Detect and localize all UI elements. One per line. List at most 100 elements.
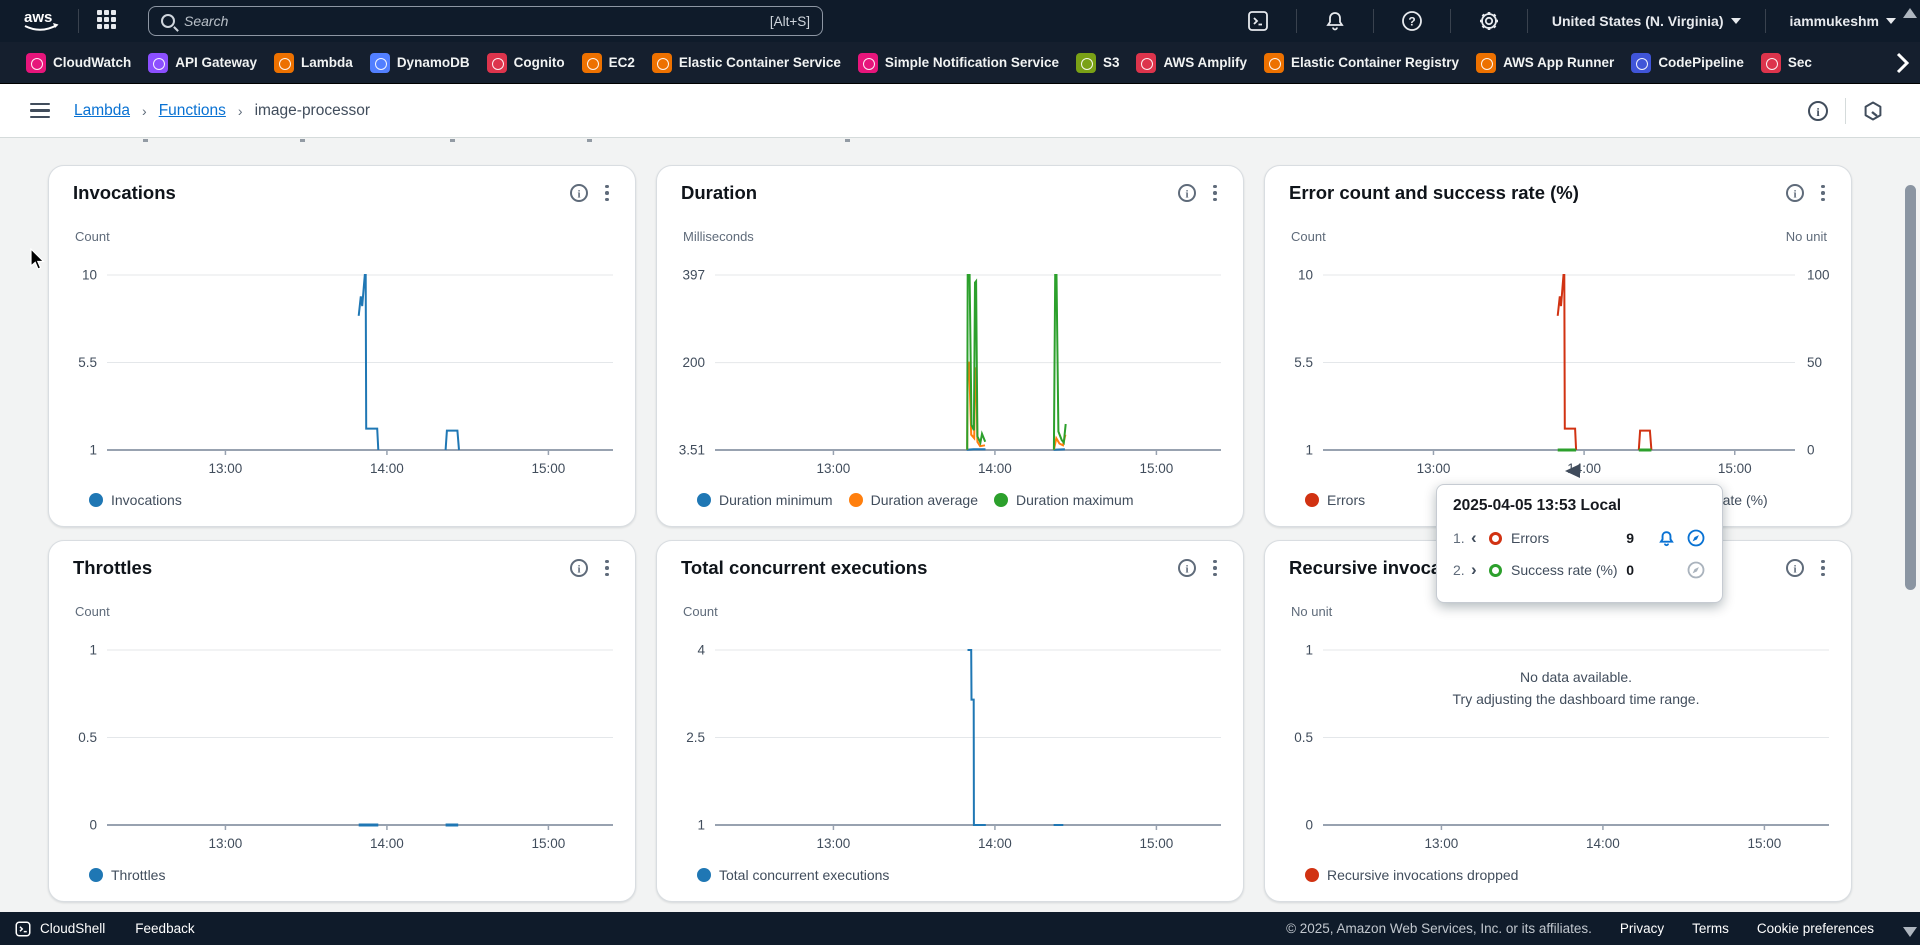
- more-options-icon[interactable]: [1813, 558, 1833, 578]
- info-icon[interactable]: i: [569, 558, 589, 578]
- recursive-invocations-chart[interactable]: No unit10.5013:0014:0015:00No data avail…: [1265, 591, 1852, 863]
- favorite-ec2[interactable]: EC2: [582, 53, 635, 73]
- service-icon: [370, 53, 390, 73]
- more-options-icon[interactable]: [597, 183, 617, 203]
- legend-label: Total concurrent executions: [719, 867, 889, 883]
- favorite-label: S3: [1103, 55, 1120, 70]
- breadcrumb-separator: ›: [238, 103, 243, 119]
- svg-text:Milliseconds: Milliseconds: [683, 229, 754, 244]
- favorite-codepipeline[interactable]: CodePipeline: [1631, 53, 1744, 73]
- privacy-link[interactable]: Privacy: [1620, 921, 1664, 936]
- svg-text:1: 1: [1305, 643, 1313, 658]
- legend-item[interactable]: Duration average: [849, 492, 978, 508]
- chart-legend: Total concurrent executions: [697, 867, 889, 883]
- favorite-label: API Gateway: [175, 55, 257, 70]
- favorite-sec[interactable]: Sec: [1761, 53, 1812, 73]
- card-throttles: Throttles i Count10.5013:0014:0015:00 Th…: [48, 540, 636, 902]
- info-icon[interactable]: i: [1177, 558, 1197, 578]
- region-selector[interactable]: United States (N. Virginia): [1552, 13, 1741, 29]
- favorite-dynamodb[interactable]: DynamoDB: [370, 53, 470, 73]
- cookie-preferences-link[interactable]: Cookie preferences: [1757, 921, 1874, 936]
- legend-label: Throttles: [111, 867, 165, 883]
- favorite-aws-app-runner[interactable]: AWS App Runner: [1476, 53, 1614, 73]
- concurrent-executions-chart[interactable]: Count42.5113:0014:0015:00: [657, 591, 1244, 863]
- scrollbar-down-arrow[interactable]: [1903, 927, 1917, 937]
- search-input[interactable]: Search [Alt+S]: [148, 6, 823, 36]
- legend-item[interactable]: Invocations: [89, 492, 182, 508]
- favorite-label: Sec: [1788, 55, 1812, 70]
- card-title: Throttles: [73, 557, 152, 579]
- cloudshell-icon[interactable]: [1246, 9, 1270, 33]
- info-icon[interactable]: i: [569, 183, 589, 203]
- invocations-chart[interactable]: Count105.5113:0014:0015:00: [49, 216, 636, 488]
- legend-label: Recursive invocations dropped: [1327, 867, 1518, 883]
- svg-text:No unit: No unit: [1786, 229, 1828, 244]
- terms-link[interactable]: Terms: [1692, 921, 1729, 936]
- feedback-button[interactable]: Feedback: [135, 921, 194, 936]
- svg-text:13:00: 13:00: [1417, 461, 1451, 476]
- svg-text:No unit: No unit: [1291, 604, 1333, 619]
- apps-grid-icon[interactable]: [97, 10, 119, 32]
- chevron-left-icon[interactable]: ‹: [1471, 528, 1489, 548]
- divider: [1373, 9, 1374, 33]
- hamburger-menu-icon[interactable]: [30, 103, 50, 119]
- favorite-lambda[interactable]: Lambda: [274, 53, 353, 73]
- legend-item[interactable]: Total concurrent executions: [697, 867, 889, 883]
- bell-icon[interactable]: [1657, 529, 1676, 548]
- favorite-simple-notification-service[interactable]: Simple Notification Service: [858, 53, 1059, 73]
- info-icon[interactable]: i: [1807, 100, 1829, 122]
- legend-item[interactable]: Duration maximum: [994, 492, 1133, 508]
- divider: [1845, 98, 1846, 124]
- favorite-api-gateway[interactable]: API Gateway: [148, 53, 257, 73]
- favorite-label: DynamoDB: [397, 55, 470, 70]
- legend-item[interactable]: Duration minimum: [697, 492, 833, 508]
- svg-text:0.5: 0.5: [78, 730, 97, 745]
- bell-icon[interactable]: [1323, 9, 1347, 33]
- breadcrumb-current: image-processor: [255, 102, 370, 120]
- aws-logo[interactable]: aws: [20, 7, 64, 35]
- svg-text:?: ?: [1408, 15, 1415, 29]
- user-menu[interactable]: iammukeshm: [1790, 13, 1896, 29]
- svg-text:15:00: 15:00: [1140, 836, 1174, 851]
- svg-text:i: i: [1185, 189, 1188, 201]
- series-label: Errors: [1511, 530, 1549, 546]
- legend-item[interactable]: Throttles: [89, 867, 165, 883]
- favorite-cloudwatch[interactable]: CloudWatch: [26, 53, 131, 73]
- favorite-elastic-container-registry[interactable]: Elastic Container Registry: [1264, 53, 1459, 73]
- favorite-elastic-container-service[interactable]: Elastic Container Service: [652, 53, 841, 73]
- scrollbar-thumb[interactable]: [1905, 185, 1916, 590]
- more-options-icon[interactable]: [1205, 183, 1225, 203]
- favorite-cognito[interactable]: Cognito: [487, 53, 565, 73]
- favorites-scroll-right-icon[interactable]: [1892, 50, 1912, 76]
- favorite-label: Simple Notification Service: [885, 55, 1059, 70]
- gear-icon[interactable]: [1477, 9, 1501, 33]
- amazon-q-icon[interactable]: [1862, 100, 1884, 122]
- breadcrumb-functions[interactable]: Functions: [159, 102, 226, 120]
- errors-chart[interactable]: CountNo unit105.5110050013:0014:0015:00: [1265, 216, 1852, 488]
- favorite-label: Elastic Container Registry: [1291, 55, 1459, 70]
- favorite-label: CodePipeline: [1658, 55, 1744, 70]
- chevron-right-icon[interactable]: ›: [1471, 560, 1489, 580]
- info-icon[interactable]: i: [1785, 558, 1805, 578]
- breadcrumb-lambda[interactable]: Lambda: [74, 102, 130, 120]
- more-options-icon[interactable]: [1205, 558, 1225, 578]
- compass-icon[interactable]: [1686, 528, 1706, 548]
- info-icon[interactable]: i: [1785, 183, 1805, 203]
- svg-text:1: 1: [89, 643, 97, 658]
- svg-text:Count: Count: [1291, 229, 1326, 244]
- more-options-icon[interactable]: [1813, 183, 1833, 203]
- info-icon[interactable]: i: [1177, 183, 1197, 203]
- help-icon[interactable]: ?: [1400, 9, 1424, 33]
- duration-chart[interactable]: Milliseconds3972003.5113:0014:0015:00: [657, 216, 1244, 488]
- favorite-aws-amplify[interactable]: AWS Amplify: [1136, 53, 1247, 73]
- throttles-chart[interactable]: Count10.5013:0014:0015:00: [49, 591, 636, 863]
- cloudshell-button[interactable]: CloudShell: [14, 920, 105, 938]
- card-concurrent-executions: Total concurrent executions i Count42.51…: [656, 540, 1244, 902]
- scrollbar-up-arrow[interactable]: [1903, 8, 1917, 18]
- favorite-s3[interactable]: S3: [1076, 53, 1120, 73]
- more-options-icon[interactable]: [597, 558, 617, 578]
- legend-item[interactable]: Recursive invocations dropped: [1305, 867, 1518, 883]
- favorite-label: Elastic Container Service: [679, 55, 841, 70]
- series-value: 9: [1626, 530, 1634, 546]
- legend-item[interactable]: Errors: [1305, 492, 1365, 508]
